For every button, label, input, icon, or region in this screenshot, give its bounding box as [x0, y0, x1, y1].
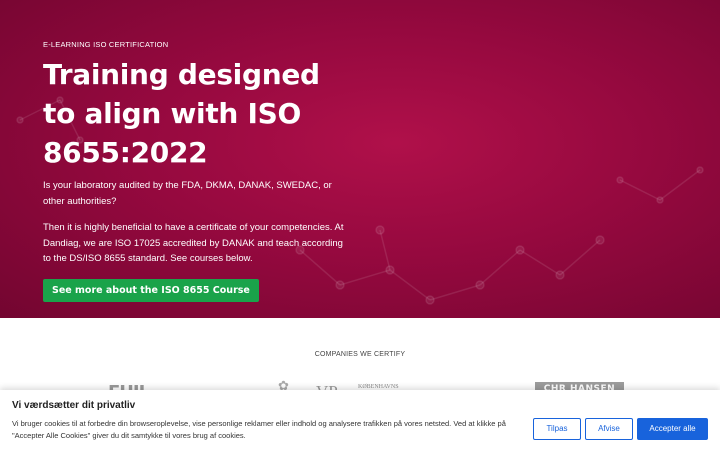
- hero-paragraph-1: Is your laboratory audited by the FDA, D…: [43, 180, 332, 207]
- companies-title: COMPANIES WE CERTIFY: [314, 351, 406, 358]
- hero-title: Training designed to align with ISO 8655…: [43, 58, 320, 169]
- customize-button[interactable]: Tilpas: [533, 418, 581, 440]
- reject-button[interactable]: Afvise: [585, 418, 633, 440]
- cookie-banner-text: Vi bruger cookies til at forbedre din br…: [12, 419, 506, 440]
- hero-section: E-LEARNING ISO CERTIFICATION Training de…: [0, 0, 720, 318]
- iso-8655-course-button[interactable]: See more about the ISO 8655 Course: [43, 278, 259, 302]
- cookie-consent-banner: Vi værdsætter dit privatliv Vi bruger co…: [0, 390, 720, 450]
- hero-content: E-LEARNING ISO CERTIFICATION Training de…: [43, 40, 353, 302]
- companies-section: COMPANIES WE CERTIFY FUJI ✿ VP KØBENHAVN…: [0, 318, 720, 403]
- hero-eyebrow: E-LEARNING ISO CERTIFICATION: [43, 40, 169, 49]
- accept-all-button[interactable]: Accepter alle: [637, 418, 708, 440]
- cookie-banner-title: Vi værdsætter dit privatliv: [12, 400, 136, 411]
- hero-paragraph-2: Then it is highly beneficial to have a c…: [43, 222, 344, 264]
